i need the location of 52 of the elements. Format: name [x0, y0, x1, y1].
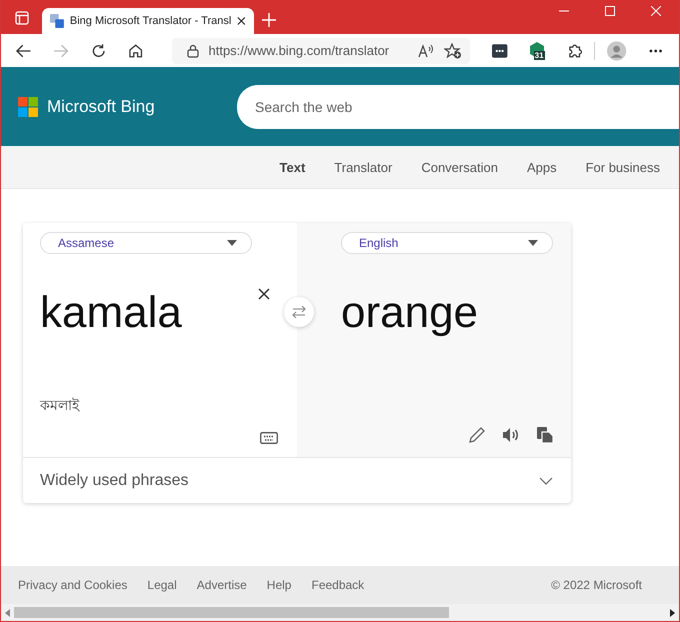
- close-icon[interactable]: [237, 16, 246, 26]
- footer-link[interactable]: Privacy and Cookies: [18, 578, 128, 592]
- nav-tab[interactable]: For business: [586, 160, 660, 174]
- lock-icon: [186, 44, 198, 58]
- copyright: © 2022 Microsoft: [551, 578, 642, 592]
- speaker-icon[interactable]: [502, 427, 520, 443]
- refresh-icon[interactable]: [90, 42, 106, 58]
- phrases-expander[interactable]: Widely used phrases: [23, 457, 571, 503]
- footer-link[interactable]: Advertise: [196, 578, 247, 592]
- home-icon[interactable]: [128, 42, 144, 58]
- swap-arrows-icon[interactable]: [292, 306, 306, 318]
- clear-icon[interactable]: [258, 288, 270, 300]
- target-language-dropdown[interactable]: English: [341, 232, 553, 254]
- brand-name: Microsoft Bing: [47, 96, 156, 116]
- copy-icon[interactable]: [536, 426, 554, 444]
- tab-actions-icon[interactable]: [15, 11, 29, 25]
- chevron-icon[interactable]: [539, 476, 553, 484]
- translator-icon: [50, 13, 64, 29]
- transliteration: কমলাই: [40, 396, 81, 415]
- footer-link[interactable]: Feedback: [311, 578, 364, 592]
- scroll-right-icon[interactable]: [670, 608, 675, 616]
- puzzle-icon[interactable]: [567, 42, 582, 58]
- source-language-dropdown[interactable]: Assamese: [40, 232, 252, 254]
- new-tab-icon[interactable]: [262, 13, 276, 27]
- scroll-left-icon[interactable]: [5, 608, 10, 616]
- read-aloud-icon[interactable]: [418, 44, 434, 58]
- dropdown-arrow-icon[interactable]: [528, 240, 538, 246]
- favorite-star-icon[interactable]: [444, 42, 462, 58]
- url-text: https://www.bing.com/translator: [208, 43, 390, 58]
- nav-tab[interactable]: Conversation: [421, 160, 498, 174]
- calendar-extension[interactable]: 31: [530, 42, 546, 60]
- nav-tab[interactable]: Translator: [334, 160, 392, 174]
- windows-logo-icon: [18, 96, 38, 116]
- horizontal-scrollbar[interactable]: [1, 604, 679, 621]
- search-field[interactable]: Search the web: [237, 84, 679, 128]
- tab-title: Bing Microsoft Translator - Transl: [70, 15, 232, 27]
- input-text[interactable]: kamala: [40, 284, 182, 344]
- profile-avatar-icon[interactable]: [607, 40, 627, 60]
- maximize-icon[interactable]: [605, 6, 615, 16]
- keyboard-icon[interactable]: [260, 432, 278, 444]
- footer-link[interactable]: Help: [266, 578, 292, 592]
- dropdown-arrow-icon[interactable]: [227, 240, 237, 246]
- extension-icon[interactable]: [492, 42, 508, 58]
- back-arrow-icon[interactable]: [16, 44, 32, 58]
- address-bar[interactable]: https://www.bing.com/translator: [172, 38, 470, 64]
- pencil-icon[interactable]: [468, 426, 486, 444]
- nav-tab[interactable]: Apps: [526, 160, 557, 174]
- output-text: orange: [341, 287, 478, 339]
- browser-tab[interactable]: Bing Microsoft Translator - Transl: [42, 8, 254, 34]
- more-icon[interactable]: [648, 48, 662, 52]
- nav-tab[interactable]: Text: [280, 160, 306, 174]
- footer-link[interactable]: Legal: [147, 578, 177, 592]
